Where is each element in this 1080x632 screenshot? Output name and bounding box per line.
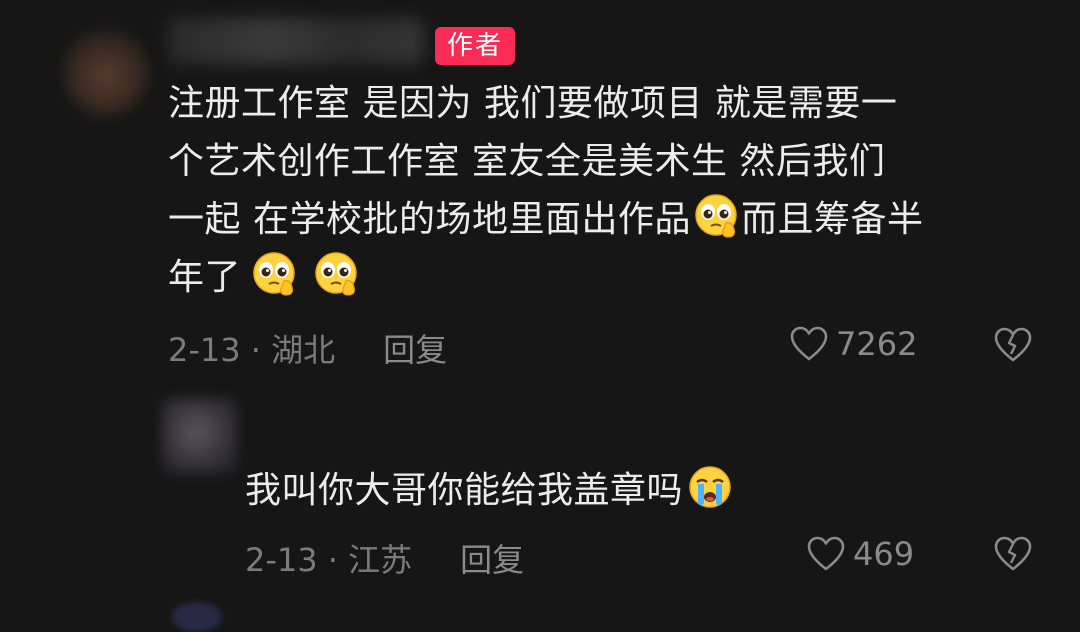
- like-count: 469: [853, 535, 915, 573]
- reply-button[interactable]: 回复: [460, 535, 524, 581]
- pleading-face-icon: [693, 193, 739, 239]
- comment-line: 注册工作室 是因为 我们要做项目 就是需要一: [168, 83, 898, 124]
- comment-meta: 2-13 · 湖北 回复: [168, 325, 447, 371]
- comment-meta: 2-13 · 江苏 回复: [245, 535, 524, 581]
- date-location: 2-13 · 江苏: [245, 541, 413, 579]
- pleading-face-icon: [251, 251, 297, 297]
- username[interactable]: [168, 18, 423, 64]
- like-button[interactable]: 469: [807, 535, 914, 573]
- broken-heart-icon: [994, 536, 1032, 572]
- author-badge: 作者: [435, 27, 515, 65]
- heart-icon: [790, 326, 828, 362]
- avatar[interactable]: [162, 398, 238, 474]
- comment-text-segment: 年了: [168, 257, 242, 298]
- comment-text-segment: 一起 在学校批的场地里面出作品: [168, 199, 691, 240]
- like-button[interactable]: 7262: [790, 325, 917, 363]
- like-count: 7262: [836, 325, 918, 363]
- dislike-button[interactable]: [994, 536, 1032, 572]
- dislike-button[interactable]: [994, 327, 1032, 363]
- broken-heart-icon: [994, 327, 1032, 363]
- date-location: 2-13 · 湖北: [168, 331, 336, 369]
- comment-body: 我叫你大哥你能给我盖章吗: [245, 462, 735, 520]
- comment-line: 一起 在学校批的场地里面出作品 而且筹备半: [168, 191, 923, 249]
- crying-face-icon: [687, 464, 733, 510]
- reply-button[interactable]: 回复: [383, 325, 447, 371]
- pleading-face-icon: [313, 251, 359, 297]
- comment-text-segment: 而且筹备半: [740, 199, 924, 240]
- comment-body: 注册工作室 是因为 我们要做项目 就是需要一 个艺术创作工作室 室友全是美术生 …: [168, 75, 923, 307]
- avatar[interactable]: [62, 28, 150, 116]
- heart-icon: [807, 536, 845, 572]
- comment-line: 个艺术创作工作室 室友全是美术生 然后我们: [168, 141, 886, 182]
- avatar[interactable]: [172, 602, 222, 632]
- comment-text-segment: 我叫你大哥你能给我盖章吗: [245, 470, 684, 511]
- comment-line: 年了: [168, 249, 923, 307]
